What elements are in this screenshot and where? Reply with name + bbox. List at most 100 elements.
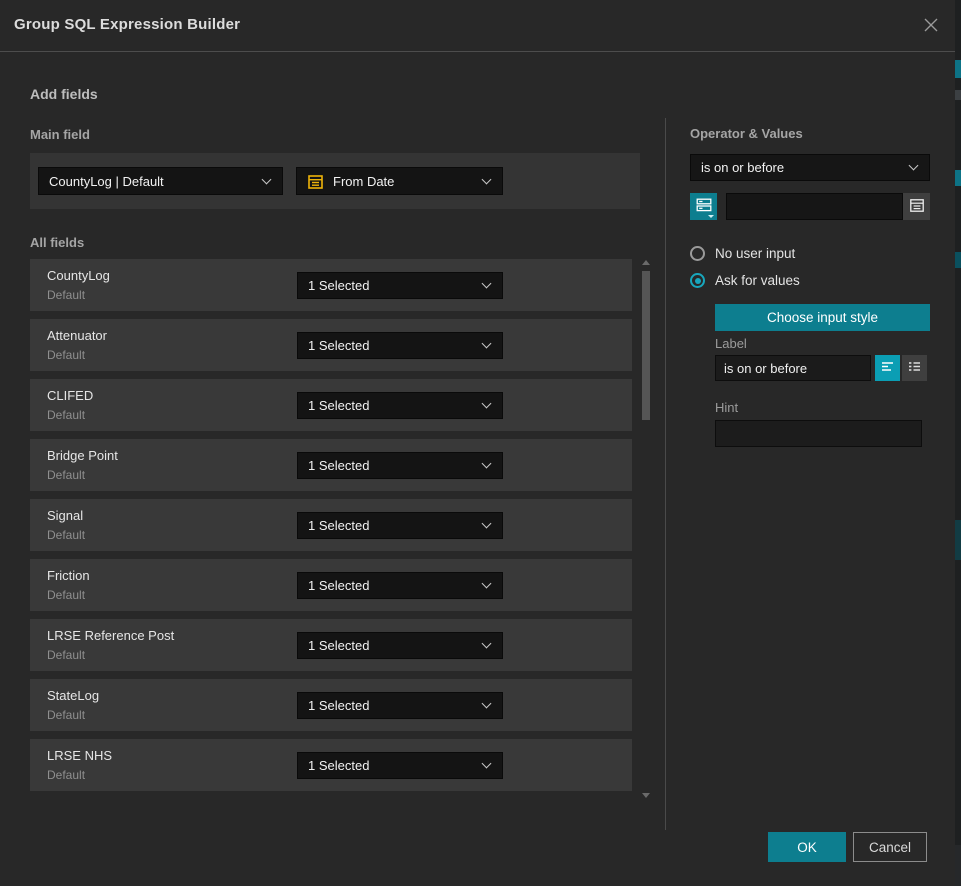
operator-select-value: is on or before bbox=[701, 160, 784, 175]
radio-ask-for-values[interactable]: Ask for values bbox=[690, 273, 800, 288]
chevron-down-icon bbox=[482, 638, 492, 648]
chevron-down-icon bbox=[909, 161, 919, 171]
field-row: CLIFEDDefault 1 Selected bbox=[30, 379, 632, 431]
cancel-button[interactable]: Cancel bbox=[853, 832, 927, 862]
field-values-select[interactable]: 1 Selected bbox=[297, 392, 503, 419]
scrollbar-up-arrow[interactable] bbox=[642, 260, 650, 265]
vertical-divider bbox=[665, 118, 666, 830]
field-name: Bridge Point bbox=[47, 448, 297, 463]
field-values-select[interactable]: 1 Selected bbox=[297, 332, 503, 359]
background-fragment bbox=[955, 252, 961, 268]
close-icon bbox=[922, 16, 940, 37]
hint-input[interactable] bbox=[715, 420, 922, 447]
all-fields-label: All fields bbox=[30, 235, 84, 250]
label-field-label: Label bbox=[715, 336, 747, 351]
background-fragment bbox=[955, 845, 961, 886]
chevron-down-icon bbox=[262, 174, 272, 184]
chevron-down-icon bbox=[482, 338, 492, 348]
unique-values-button[interactable] bbox=[690, 193, 717, 220]
field-subtitle: Default bbox=[47, 288, 297, 302]
field-subtitle: Default bbox=[47, 468, 297, 482]
chevron-down-icon bbox=[482, 458, 492, 468]
date-picker-button[interactable] bbox=[903, 193, 930, 220]
field-values-select[interactable]: 1 Selected bbox=[297, 752, 503, 779]
field-name: StateLog bbox=[47, 688, 297, 703]
input-style-list-button[interactable] bbox=[902, 355, 927, 381]
dropdown-mark-icon bbox=[708, 215, 714, 218]
field-values-select-value: 1 Selected bbox=[308, 338, 369, 353]
calendar-icon bbox=[909, 197, 925, 216]
chevron-down-icon bbox=[482, 398, 492, 408]
choose-input-style-button[interactable]: Choose input style bbox=[715, 304, 930, 331]
field-row: LRSE NHS Default 1 Selected bbox=[30, 739, 632, 791]
background-fragment bbox=[955, 170, 961, 186]
field-row: Attenuator Default 1 Selected bbox=[30, 319, 632, 371]
scrollbar-down-arrow[interactable] bbox=[642, 793, 650, 798]
chevron-down-icon bbox=[482, 518, 492, 528]
radio-no-user-input-label: No user input bbox=[715, 246, 795, 261]
field-values-select[interactable]: 1 Selected bbox=[297, 692, 503, 719]
operator-select[interactable]: is on or before bbox=[690, 154, 930, 181]
group-sql-expression-builder-dialog: Group SQL Expression Builder Add fields … bbox=[0, 0, 955, 886]
background-fragment bbox=[955, 520, 961, 560]
close-button[interactable] bbox=[919, 14, 943, 38]
dialog-titlebar: Group SQL Expression Builder bbox=[0, 0, 955, 52]
field-name: LRSE Reference Post bbox=[47, 628, 297, 643]
align-left-icon bbox=[880, 359, 895, 377]
field-values-select-value: 1 Selected bbox=[308, 578, 369, 593]
bulleted-list-icon bbox=[907, 359, 922, 377]
background-fragment bbox=[955, 60, 961, 78]
field-row: CountyLog Default1 Selected bbox=[30, 259, 632, 311]
label-input[interactable] bbox=[715, 355, 871, 381]
main-field-select[interactable]: From Date bbox=[296, 167, 503, 195]
background-fragment bbox=[955, 90, 961, 100]
field-name: CLIFED bbox=[47, 388, 297, 403]
field-values-select[interactable]: 1 Selected bbox=[297, 272, 503, 299]
field-name: Attenuator bbox=[47, 328, 297, 343]
scrollbar-thumb[interactable] bbox=[642, 271, 650, 420]
radio-circle-icon bbox=[690, 246, 705, 261]
main-field-panel: CountyLog | Default From Date bbox=[30, 153, 640, 209]
dialog-title: Group SQL Expression Builder bbox=[14, 16, 240, 33]
hint-field-label: Hint bbox=[715, 400, 738, 415]
background-app-strip bbox=[955, 0, 961, 886]
chevron-down-icon bbox=[482, 174, 492, 184]
fields-list-scrollbar bbox=[641, 260, 651, 798]
main-field-select-value: From Date bbox=[333, 174, 394, 189]
input-style-single-line-button[interactable] bbox=[875, 355, 900, 381]
field-subtitle: Default bbox=[47, 348, 297, 362]
radio-circle-selected-icon bbox=[690, 273, 705, 288]
field-subtitle: Default bbox=[47, 768, 297, 782]
field-values-select-value: 1 Selected bbox=[308, 758, 369, 773]
main-layer-select[interactable]: CountyLog | Default bbox=[38, 167, 283, 195]
main-layer-select-value: CountyLog | Default bbox=[49, 174, 164, 189]
operator-values-label: Operator & Values bbox=[690, 126, 803, 141]
field-values-select[interactable]: 1 Selected bbox=[297, 632, 503, 659]
field-values-select-value: 1 Selected bbox=[308, 698, 369, 713]
chevron-down-icon bbox=[482, 578, 492, 588]
field-info: FrictionDefault bbox=[30, 568, 297, 602]
field-info: Attenuator Default bbox=[30, 328, 297, 362]
main-field-label: Main field bbox=[30, 127, 90, 142]
label-row bbox=[715, 355, 927, 381]
field-row: SignalDefault1 Selected bbox=[30, 499, 632, 551]
field-name: CountyLog bbox=[47, 268, 297, 283]
calendar-icon bbox=[307, 173, 324, 190]
ok-button[interactable]: OK bbox=[768, 832, 846, 862]
field-values-select-value: 1 Selected bbox=[308, 458, 369, 473]
radio-no-user-input[interactable]: No user input bbox=[690, 246, 795, 261]
chevron-down-icon bbox=[482, 698, 492, 708]
value-row bbox=[690, 193, 930, 220]
field-info: CLIFEDDefault bbox=[30, 388, 297, 422]
field-values-select[interactable]: 1 Selected bbox=[297, 452, 503, 479]
value-date-input[interactable] bbox=[726, 193, 903, 220]
field-name: Signal bbox=[47, 508, 297, 523]
field-name: LRSE NHS bbox=[47, 748, 297, 763]
field-subtitle: Default bbox=[47, 588, 297, 602]
field-values-select-value: 1 Selected bbox=[308, 398, 369, 413]
field-info: StateLogDefault bbox=[30, 688, 297, 722]
field-values-select[interactable]: 1 Selected bbox=[297, 572, 503, 599]
field-values-select[interactable]: 1 Selected bbox=[297, 512, 503, 539]
field-values-select-value: 1 Selected bbox=[308, 638, 369, 653]
field-info: LRSE Reference PostDefault bbox=[30, 628, 297, 662]
